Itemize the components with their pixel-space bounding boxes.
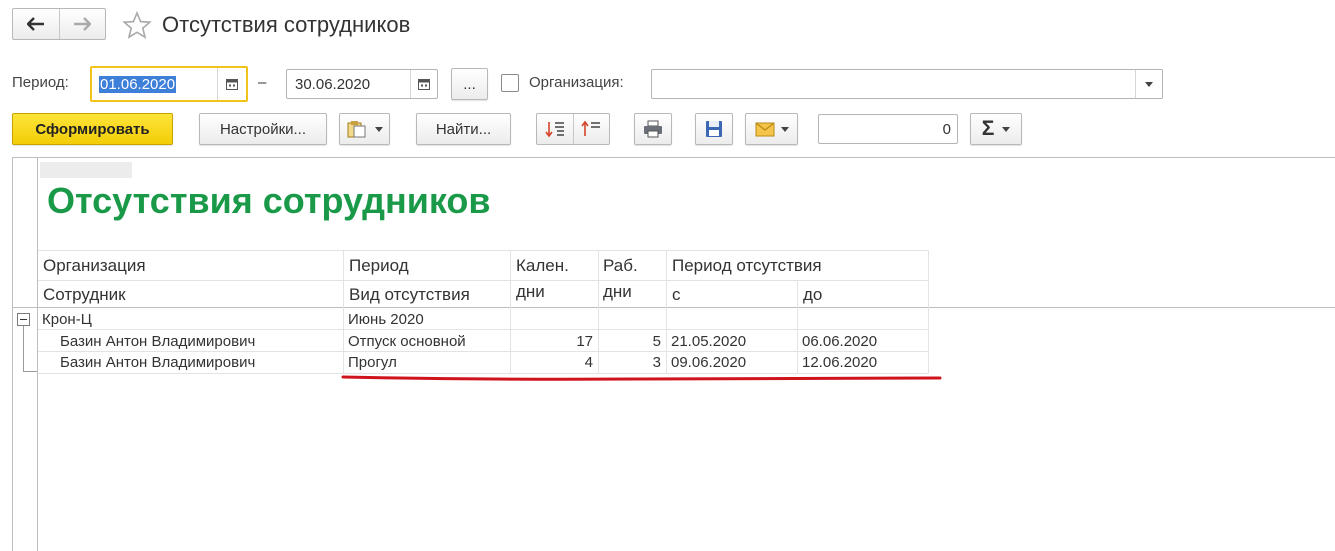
report-variants-icon (347, 121, 365, 138)
sort-group (536, 113, 610, 145)
nav-buttons (12, 8, 106, 40)
expand-levels-icon (545, 122, 564, 138)
collapse-levels-icon (581, 120, 601, 136)
chevron-down-icon (780, 126, 789, 132)
report-title: Отсутствия сотрудников (47, 180, 491, 221)
group-collapse-toggle[interactable] (17, 313, 30, 326)
row-1-from-date: 21.05.2020 (671, 333, 747, 350)
row-1-calendar-days: 17 (576, 333, 593, 350)
calendar-icon (418, 79, 430, 90)
sigma-icon: Σ (981, 117, 995, 140)
header-to: до (803, 285, 823, 304)
favorite-star-icon[interactable] (122, 11, 152, 39)
arrow-right-icon (74, 17, 92, 31)
arrow-left-icon (26, 17, 44, 31)
chevron-down-icon (374, 126, 383, 132)
envelope-icon (755, 121, 774, 136)
grid-line (666, 250, 667, 373)
row-2-calendar-days: 4 (584, 354, 593, 371)
grid-line (598, 250, 599, 373)
row-1-employee: Базин Антон Владимирович (60, 333, 256, 350)
header-calendar-days-2: дни (516, 282, 545, 301)
window-title: Отсутствия сотрудников (162, 12, 411, 37)
period-label: Период: (12, 74, 69, 91)
row-2-from-date: 09.06.2020 (671, 354, 747, 371)
printer-icon (644, 120, 662, 138)
send-email-button[interactable] (745, 113, 798, 145)
grid-line (343, 250, 344, 373)
row-2-employee: Базин Антон Владимирович (60, 354, 256, 371)
row-2-to-date: 12.06.2020 (802, 354, 878, 371)
header-bottom-line (12, 307, 1335, 308)
back-button[interactable] (13, 9, 60, 39)
row-1-work-days: 5 (652, 333, 661, 350)
date-to-calendar-button[interactable] (410, 70, 437, 98)
grid-line (38, 280, 929, 281)
generate-button[interactable]: Сформировать (12, 113, 173, 145)
generate-button-label: Сформировать (35, 120, 150, 138)
group-organization: Крон-Ц (42, 311, 92, 328)
print-button[interactable] (634, 113, 672, 145)
organization-label: Организация: (529, 74, 624, 91)
sum-field[interactable]: 0 (818, 114, 958, 144)
organization-field[interactable] (651, 69, 1163, 99)
chevron-down-icon (1002, 126, 1011, 132)
find-button[interactable]: Найти... (416, 113, 511, 145)
date-from-calendar-button[interactable] (217, 68, 246, 100)
header-employee: Сотрудник (43, 285, 126, 304)
header-work-days: Раб. (603, 256, 638, 275)
organization-dropdown-button[interactable] (1135, 70, 1162, 98)
grid-line (797, 280, 798, 373)
date-from-value[interactable]: 01.06.2020 (99, 75, 177, 93)
tree-line (23, 326, 24, 371)
calendar-icon (226, 79, 238, 90)
variants-button[interactable] (339, 113, 390, 145)
header-absence-type: Вид отсутствия (349, 285, 470, 304)
grid-line (510, 250, 511, 373)
expand-groups-button[interactable] (537, 114, 574, 144)
header-work-days-2: дни (603, 282, 632, 301)
date-from-field[interactable]: 01.06.2020 (90, 66, 248, 102)
floppy-disk-icon (706, 121, 722, 137)
settings-button[interactable]: Настройки... (199, 113, 327, 145)
chevron-down-icon (1145, 81, 1153, 87)
sum-value[interactable]: 0 (943, 121, 951, 138)
grid-line (38, 250, 929, 251)
date-dash: – (258, 74, 267, 91)
header-calendar-days: Кален. (516, 256, 569, 275)
row-2-work-days: 3 (652, 354, 661, 371)
period-select-button[interactable]: ... (451, 68, 488, 100)
grid-line (928, 250, 929, 373)
date-to-value[interactable]: 30.06.2020 (295, 76, 370, 93)
row-2-absence-type: Прогул (348, 354, 397, 371)
save-button[interactable] (695, 113, 733, 145)
grid-line (38, 351, 929, 352)
sum-mode-button[interactable]: Σ (970, 113, 1022, 145)
report-placeholder-bar (40, 162, 132, 178)
forward-button[interactable] (60, 9, 106, 39)
group-gutter-line (37, 158, 38, 551)
group-period: Июнь 2020 (348, 311, 424, 328)
red-underline-annotation (341, 375, 942, 381)
date-to-field[interactable]: 30.06.2020 (286, 69, 438, 99)
header-from: с (672, 285, 681, 304)
grid-line (38, 329, 929, 330)
organization-checkbox[interactable] (501, 74, 519, 92)
header-absence-period: Период отсутствия (672, 256, 822, 275)
row-1-absence-type: Отпуск основной (348, 333, 466, 350)
minus-icon (20, 319, 27, 320)
row-1-to-date: 06.06.2020 (802, 333, 878, 350)
header-organization: Организация (43, 256, 146, 275)
collapse-groups-button[interactable] (574, 114, 610, 144)
header-period: Период (349, 256, 409, 275)
tree-line (23, 371, 37, 372)
